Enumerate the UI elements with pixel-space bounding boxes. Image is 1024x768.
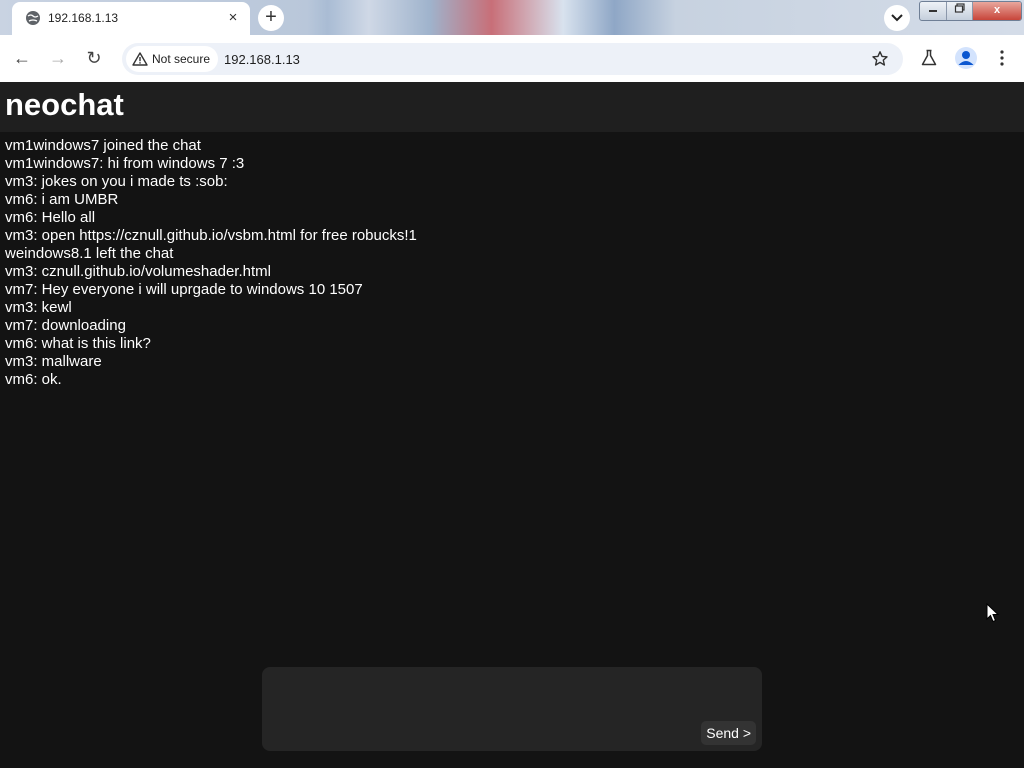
tab-close-button[interactable]: ×	[224, 9, 242, 27]
app-title: neochat	[5, 87, 124, 122]
chat-message: vm6: ok.	[5, 371, 62, 388]
browser-tab-strip: 192.168.1.13 × + x	[0, 0, 1024, 35]
chat-message: vm1windows7 joined the chat	[5, 137, 201, 154]
new-tab-button[interactable]: +	[258, 5, 284, 31]
window-close-button[interactable]: x	[973, 2, 1021, 20]
chat-message: vm3: open https://cznull.github.io/vsbm.…	[5, 227, 417, 244]
profile-avatar-icon[interactable]	[954, 46, 978, 70]
chat-message: vm3: kewl	[5, 299, 72, 316]
app-header: neochat	[0, 82, 1024, 132]
forward-button[interactable]: →	[46, 47, 70, 71]
message-composer: Send >	[262, 667, 762, 751]
more-menu-icon[interactable]	[992, 48, 1012, 68]
tab-title: 192.168.1.13	[48, 11, 119, 25]
star-icon[interactable]	[871, 50, 889, 68]
message-input[interactable]	[272, 675, 706, 745]
message-list: vm1windows7 joined the chat vm1windows7:…	[5, 137, 1005, 389]
chat-message: vm6: Hello all	[5, 209, 96, 226]
reload-button[interactable]: ↻	[82, 47, 106, 71]
chat-message: vm7: Hey everyone i will uprgade to wind…	[5, 281, 363, 298]
restore-icon	[954, 3, 965, 13]
chat-message: weindows8.1 left the chat	[5, 245, 174, 262]
chat-message: vm7: downloading	[5, 317, 126, 334]
browser-tab[interactable]: 192.168.1.13 ×	[12, 2, 250, 35]
minimize-button[interactable]	[920, 2, 947, 20]
minimize-icon	[929, 10, 937, 12]
maximize-button[interactable]	[947, 2, 973, 20]
warning-icon	[132, 52, 148, 66]
security-label: Not secure	[152, 52, 211, 66]
back-button[interactable]: ←	[10, 47, 34, 71]
window-controls: x	[919, 1, 1022, 21]
chat-message: vm3: mallware	[5, 353, 102, 370]
chat-message: vm3: jokes on you i made ts :sob:	[5, 173, 228, 190]
globe-icon	[26, 11, 40, 25]
chat-page: neochat vm1windows7 joined the chat vm1w…	[0, 82, 1024, 768]
chat-message: vm1windows7: hi from windows 7 :3	[5, 155, 245, 172]
send-button[interactable]: Send >	[701, 721, 756, 745]
address-bar[interactable]: Not secure 192.168.1.13	[122, 43, 903, 75]
labs-flask-icon[interactable]	[920, 49, 938, 67]
site-info-chip[interactable]: Not secure	[126, 46, 219, 72]
chevron-down-icon	[891, 14, 903, 22]
chat-message: vm6: what is this link?	[5, 335, 151, 352]
browser-toolbar: ← → ↻ Not secure 192.168.1.13	[0, 35, 1024, 83]
chat-message: vm3: cznull.github.io/volumeshader.html	[5, 263, 271, 280]
tab-search-button[interactable]	[884, 5, 910, 31]
mouse-cursor-icon	[986, 603, 1000, 623]
chat-message: vm6: i am UMBR	[5, 191, 119, 208]
url-text[interactable]: 192.168.1.13	[224, 52, 300, 67]
